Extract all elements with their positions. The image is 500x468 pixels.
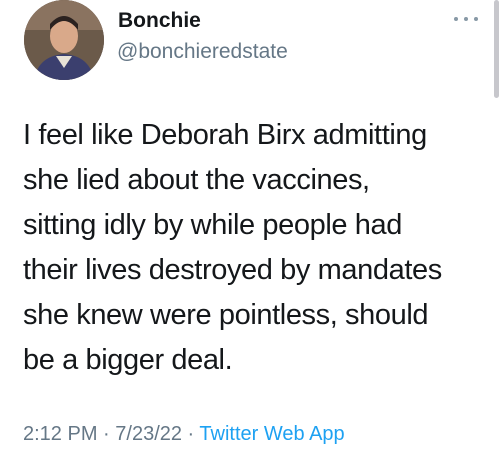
author-handle[interactable]: @bonchieredstate xyxy=(117,40,288,64)
tweet-time[interactable]: 2:12 PM xyxy=(23,423,97,445)
tweet-source-link[interactable]: Twitter Web App xyxy=(199,423,344,445)
avatar-photo-icon xyxy=(24,0,104,80)
meta-separator: · xyxy=(97,423,116,445)
tweet-metadata: 2:12 PM · 7/23/22 · Twitter Web App xyxy=(23,423,345,446)
more-dot xyxy=(454,17,458,21)
more-dot xyxy=(464,17,468,21)
meta-separator: · xyxy=(182,423,200,445)
tweet-card: Bonchie @bonchieredstate I feel like Deb… xyxy=(0,0,500,468)
scrollbar[interactable] xyxy=(494,0,499,98)
more-horizontal-icon[interactable] xyxy=(454,12,478,26)
author-display-name[interactable]: Bonchie xyxy=(118,9,201,33)
tweet-date[interactable]: 7/23/22 xyxy=(115,423,182,445)
tweet-text: I feel like Deborah Birx admitting she l… xyxy=(23,119,442,376)
avatar[interactable] xyxy=(24,0,104,80)
more-dot xyxy=(474,17,478,21)
